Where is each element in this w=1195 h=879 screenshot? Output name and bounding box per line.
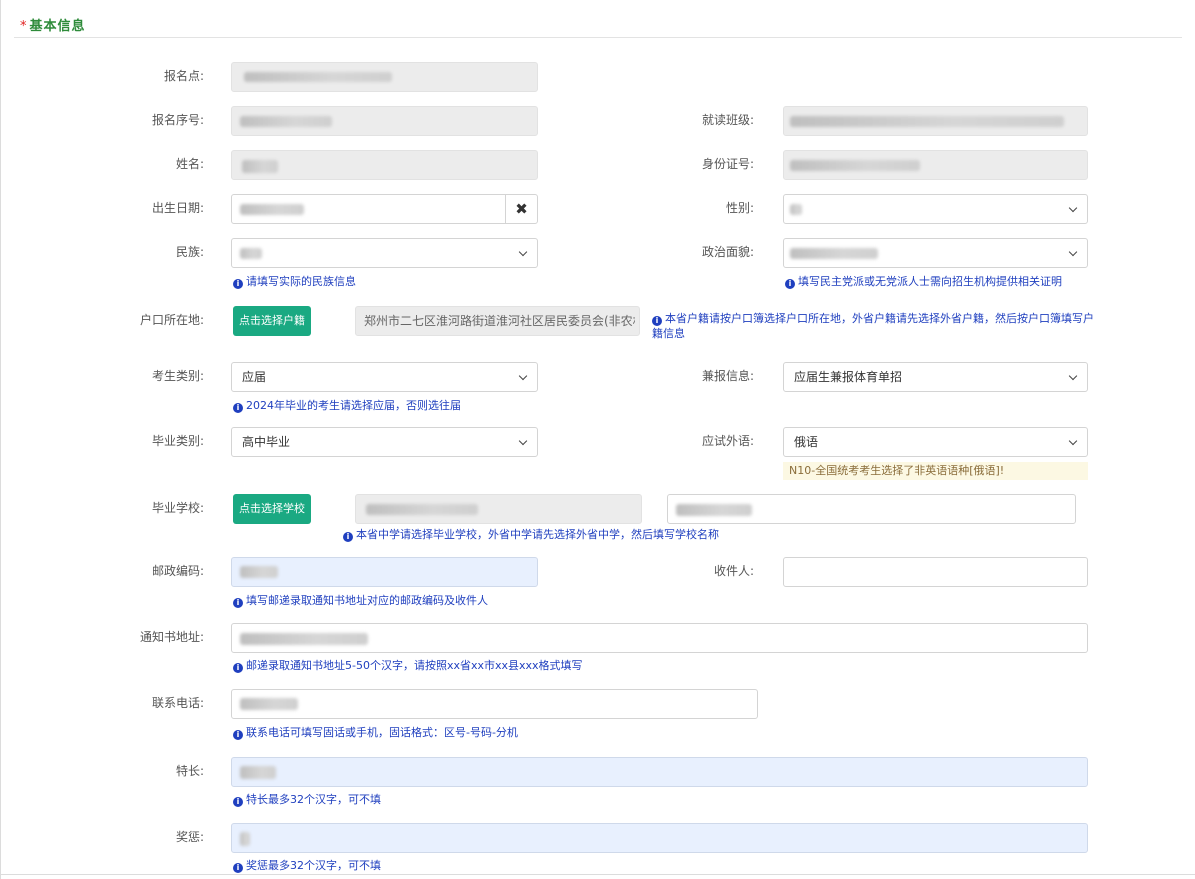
grad-type-label: 毕业类别:: [151, 434, 204, 448]
section-title: * 基本信息: [20, 15, 86, 34]
postcode-hint: i 填写邮递录取通知书地址对应的邮政编码及收件人: [233, 593, 488, 608]
candidate-type-select[interactable]: 应届: [231, 362, 538, 392]
candidate-type-value: 应届: [242, 370, 267, 384]
redacted-value: [240, 633, 368, 645]
ethnicity-label: 民族:: [175, 245, 204, 259]
redacted-value: [366, 504, 478, 515]
school-name-input[interactable]: [667, 494, 1076, 524]
info-icon: i: [233, 797, 243, 807]
choose-school-button[interactable]: 点击选择学校: [233, 494, 311, 524]
redacted-value: [242, 160, 278, 173]
phone-label: 联系电话:: [151, 696, 204, 710]
grad-type-select[interactable]: 高中毕业: [231, 427, 538, 457]
phone-input[interactable]: [231, 689, 758, 719]
school-hint: i 本省中学请选择毕业学校，外省中学请先选择外省中学，然后填写学校名称: [343, 527, 719, 542]
political-label: 政治面貌:: [701, 245, 754, 259]
specialty-hint: i 特长最多32个汉字，可不填: [233, 792, 381, 807]
extra-value: 应届生兼报体育单招: [794, 370, 903, 384]
birth-date-input[interactable]: ✖: [231, 194, 538, 224]
signup-no-label: 报名序号:: [151, 113, 204, 127]
political-select[interactable]: [783, 238, 1088, 268]
postcode-label: 邮政编码:: [151, 564, 204, 578]
redacted-value: [244, 72, 392, 82]
recipient-input[interactable]: [783, 557, 1088, 587]
ethnicity-hint: i 请填写实际的民族信息: [233, 274, 356, 289]
foreign-lang-value: 俄语: [794, 435, 819, 449]
extra-select[interactable]: 应届生兼报体育单招: [783, 362, 1088, 392]
required-mark: *: [20, 19, 28, 34]
info-icon: i: [233, 730, 243, 740]
foreign-lang-select[interactable]: 俄语: [783, 427, 1088, 457]
address-label: 通知书地址:: [139, 630, 204, 644]
extra-label: 兼报信息:: [701, 369, 754, 383]
name-field: [231, 150, 538, 180]
recipient-label: 收件人:: [713, 564, 754, 578]
birth-label: 出生日期:: [151, 201, 204, 215]
signup-point-field: [231, 62, 538, 92]
awards-label: 奖惩:: [175, 830, 204, 844]
phone-hint: i 联系电话可填写固话或手机，固话格式：区号-号码-分机: [233, 725, 518, 740]
redacted-value: [240, 766, 276, 779]
section-divider: [14, 37, 1182, 38]
class-label: 就读班级:: [701, 113, 754, 127]
clear-date-icon[interactable]: ✖: [505, 195, 537, 223]
signup-no-field: [231, 106, 538, 136]
bottom-border: [0, 874, 1195, 875]
redacted-value: [240, 832, 250, 846]
name-label: 姓名:: [175, 157, 204, 171]
class-field: [783, 106, 1088, 136]
redacted-value: [240, 116, 332, 127]
info-icon: i: [785, 279, 795, 289]
postcode-input[interactable]: [231, 557, 538, 587]
awards-input[interactable]: [231, 823, 1088, 853]
redacted-value: [240, 698, 298, 710]
info-icon: i: [233, 279, 243, 289]
address-input[interactable]: [231, 623, 1088, 653]
specialty-input[interactable]: [231, 757, 1088, 787]
redacted-value: [790, 204, 802, 215]
info-icon: i: [233, 403, 243, 413]
household-field: 郑州市二七区淮河路街道淮河社区居民委员会(非农村: [355, 306, 640, 336]
id-no-label: 身份证号:: [701, 157, 754, 171]
household-hint: i 本省户籍请按户口簿选择户口所在地，外省户籍请先选择外省户籍，然后按户口簿填写户…: [652, 312, 1094, 340]
info-icon: i: [652, 316, 662, 326]
id-no-field: [783, 150, 1088, 180]
redacted-value: [240, 204, 304, 215]
signup-point-label: 报名点:: [163, 69, 204, 83]
ethnicity-select[interactable]: [231, 238, 538, 268]
candidate-type-hint: i 2024年毕业的考生请选择应届，否则选往届: [233, 398, 461, 413]
info-icon: i: [233, 663, 243, 673]
address-hint: i 邮递录取通知书地址5-50个汉字，请按照xx省xx市xx县xxx格式填写: [233, 658, 583, 673]
gender-label: 性别:: [725, 201, 754, 215]
redacted-value: [790, 116, 1064, 127]
school-label: 毕业学校:: [151, 501, 204, 515]
info-icon: i: [233, 863, 243, 873]
candidate-type-label: 考生类别:: [151, 369, 204, 383]
awards-hint: i 奖惩最多32个汉字，可不填: [233, 858, 381, 873]
redacted-value: [790, 160, 920, 171]
foreign-lang-warning: N10-全国统考考生选择了非英语语种[俄语]!: [783, 462, 1088, 480]
info-icon: i: [233, 598, 243, 608]
household-value: 郑州市二七区淮河路街道淮河社区居民委员会(非农村: [364, 314, 635, 328]
foreign-lang-label: 应试外语:: [701, 434, 754, 448]
school-field: [355, 494, 642, 524]
specialty-label: 特长:: [175, 764, 204, 778]
info-icon: i: [343, 532, 353, 542]
grad-type-value: 高中毕业: [242, 435, 291, 449]
redacted-value: [240, 566, 278, 578]
household-label: 户口所在地:: [139, 313, 204, 327]
redacted-value: [676, 504, 752, 516]
gender-select[interactable]: [783, 194, 1088, 224]
section-title-text: 基本信息: [29, 19, 86, 34]
political-hint: i 填写民主党派或无党派人士需向招生机构提供相关证明: [785, 274, 1062, 289]
left-border: [0, 0, 1, 879]
form-page: * 基本信息 报名点: 报名序号: 就读班级: 姓名: 身份证号: 出生日期: ✖…: [0, 0, 1195, 879]
choose-household-button[interactable]: 点击选择户籍: [233, 306, 311, 336]
redacted-value: [240, 248, 262, 259]
redacted-value: [790, 248, 878, 259]
